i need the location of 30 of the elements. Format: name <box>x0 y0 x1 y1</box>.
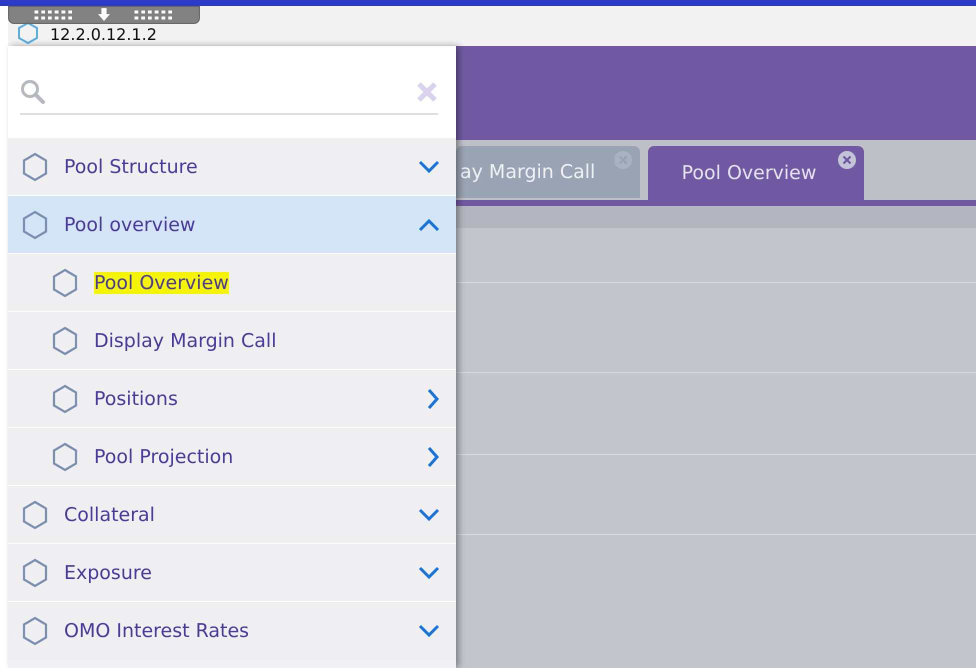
chevron-down-icon <box>418 160 440 174</box>
chevron-down-icon <box>418 566 440 580</box>
hexagon-icon <box>20 152 50 182</box>
menu-item[interactable]: Pool overview <box>8 195 456 253</box>
hexagon-icon <box>50 442 80 472</box>
menu-item[interactable]: Exposure <box>8 543 456 601</box>
search-icon <box>20 78 46 104</box>
hexagon-icon <box>50 326 80 356</box>
address-text: 12.2.0.12.1.2 <box>50 25 157 45</box>
menu-item[interactable]: Collateral <box>8 485 456 543</box>
submenu-item[interactable]: Pool Overview <box>8 253 456 311</box>
tab[interactable]: Pool Overview <box>648 146 864 200</box>
close-icon[interactable] <box>838 151 856 169</box>
chevron-down-icon <box>418 508 440 522</box>
hexagon-icon <box>20 500 50 530</box>
hexagon-icon <box>50 384 80 414</box>
chevron-down-icon <box>418 624 440 638</box>
hexagon-icon <box>50 268 80 298</box>
floating-toolbar[interactable] <box>8 6 200 24</box>
submenu-item[interactable]: Positions <box>8 369 456 427</box>
search-field[interactable] <box>8 46 456 137</box>
hexagon-icon <box>20 558 50 588</box>
chevron-up-icon <box>418 218 440 232</box>
download-arrow-icon[interactable] <box>98 8 110 22</box>
hexagon-icon <box>20 210 50 240</box>
submenu-item[interactable]: Pool Projection <box>8 427 456 485</box>
hexagon-icon <box>20 616 50 646</box>
submenu-item[interactable]: Display Margin Call <box>8 311 456 369</box>
menu-item[interactable]: OMO Interest Rates <box>8 601 456 659</box>
menu-item[interactable]: Pool Structure <box>8 137 456 195</box>
